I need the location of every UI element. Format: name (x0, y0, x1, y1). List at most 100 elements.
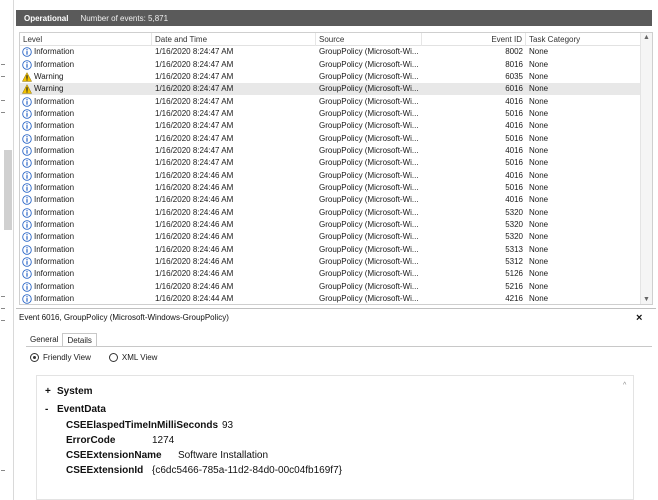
source-cell: GroupPolicy (Microsoft-Wi... (319, 108, 419, 118)
event-list-scrollbar[interactable]: ▲ ▼ (640, 33, 652, 304)
event-id-cell: 8016 (505, 59, 523, 69)
tree-tick (1, 100, 5, 101)
event-id-cell: 4016 (505, 96, 523, 106)
expand-icon[interactable]: + (45, 386, 57, 397)
tab-general[interactable]: General (26, 333, 62, 347)
column-header-event-id[interactable]: Event ID (422, 33, 526, 46)
task-category-cell: None (529, 121, 549, 131)
table-row[interactable]: Information 1/16/2020 8:24:47 AM GroupPoli… (20, 132, 640, 144)
xml-view-radio[interactable] (108, 353, 118, 362)
table-row[interactable]: Information 1/16/2020 8:24:46 AM GroupPoli… (20, 169, 640, 181)
date-cell: 1/16/2020 8:24:47 AM (155, 84, 234, 94)
level-cell: Information (20, 96, 152, 108)
date-cell: 1/16/2020 8:24:47 AM (155, 158, 234, 168)
system-node[interactable]: + System (45, 386, 93, 397)
event-detail-title: Event 6016, GroupPolicy (Microsoft-Windo… (19, 313, 229, 322)
event-list[interactable]: Level Date and Time Source Event ID Task… (19, 32, 653, 305)
column-header-source[interactable]: Source (316, 33, 422, 46)
table-row[interactable]: Warning 1/16/2020 8:24:47 AM GroupPolicy (… (20, 71, 640, 83)
source-cell: GroupPolicy (Microsoft-Wi... (319, 281, 419, 291)
column-header-level[interactable]: Level (20, 33, 152, 46)
table-row[interactable]: Information 1/16/2020 8:24:46 AM GroupPoli… (20, 219, 640, 231)
tree-tick (1, 308, 5, 309)
tab-details[interactable]: Details (62, 333, 97, 347)
pane-divider[interactable] (16, 308, 656, 309)
table-row[interactable]: Information 1/16/2020 8:24:46 AM GroupPoli… (20, 206, 640, 218)
column-header-task-category[interactable]: Task Category (526, 33, 640, 46)
table-row[interactable]: Information 1/16/2020 8:24:47 AM GroupPoli… (20, 157, 640, 169)
table-row[interactable]: Information 1/16/2020 8:24:46 AM GroupPoli… (20, 231, 640, 243)
level-text: Information (34, 145, 75, 155)
source-cell: GroupPolicy (Microsoft-Wi... (319, 195, 419, 205)
task-category-cell: None (529, 158, 549, 168)
date-cell: 1/16/2020 8:24:46 AM (155, 182, 234, 192)
info-icon (22, 109, 32, 119)
source-cell: GroupPolicy (Microsoft-Wi... (319, 158, 419, 168)
table-row[interactable]: Information 1/16/2020 8:24:46 AM GroupPoli… (20, 194, 640, 206)
date-cell: 1/16/2020 8:24:47 AM (155, 121, 234, 131)
table-row[interactable]: Information 1/16/2020 8:24:46 AM GroupPoli… (20, 256, 640, 268)
info-icon (22, 158, 32, 169)
source-cell: GroupPolicy (Microsoft-Wi... (319, 294, 419, 304)
close-icon[interactable]: × (636, 312, 642, 324)
field-row: CSEExtensionName Software Installation (66, 450, 268, 461)
info-icon (22, 244, 32, 255)
tree-tick (1, 296, 5, 297)
task-category-cell: None (529, 257, 549, 267)
date-cell: 1/16/2020 8:24:46 AM (155, 170, 234, 180)
table-row[interactable]: Information 1/16/2020 8:24:46 AM GroupPoli… (20, 268, 640, 280)
table-row[interactable]: Information 1/16/2020 8:24:47 AM GroupPoli… (20, 46, 640, 58)
navigation-scrollbar-thumb[interactable] (4, 150, 12, 230)
table-row[interactable]: Information 1/16/2020 8:24:46 AM GroupPoli… (20, 281, 640, 293)
scroll-up-icon[interactable]: ▲ (643, 34, 650, 41)
xml-view-label[interactable]: XML View (122, 353, 158, 362)
detail-scroll-up-icon[interactable]: ^ (623, 382, 626, 389)
level-cell: Information (20, 145, 152, 157)
task-category-cell: None (529, 96, 549, 106)
level-text: Information (34, 207, 75, 217)
table-row[interactable]: Information 1/16/2020 8:24:47 AM GroupPoli… (20, 108, 640, 120)
task-category-cell: None (529, 170, 549, 180)
level-cell: Warning (20, 83, 152, 95)
level-text: Information (34, 281, 75, 291)
source-cell: GroupPolicy (Microsoft-Wi... (319, 84, 419, 94)
tab-underline (26, 346, 652, 347)
date-cell: 1/16/2020 8:24:46 AM (155, 269, 234, 279)
table-row[interactable]: Information 1/16/2020 8:24:47 AM GroupPoli… (20, 95, 640, 107)
level-text: Information (34, 133, 75, 143)
task-category-cell: None (529, 269, 549, 279)
event-id-cell: 5312 (505, 257, 523, 267)
table-row[interactable]: Information 1/16/2020 8:24:47 AM GroupPoli… (20, 58, 640, 70)
scroll-down-icon[interactable]: ▼ (643, 296, 650, 303)
system-label: System (57, 386, 93, 397)
column-header-date[interactable]: Date and Time (152, 33, 316, 46)
table-row[interactable]: Information 1/16/2020 8:24:46 AM GroupPoli… (20, 244, 640, 256)
level-cell: Information (20, 108, 152, 120)
task-category-cell: None (529, 133, 549, 143)
table-row[interactable]: Information 1/16/2020 8:24:44 AM GroupPoli… (20, 293, 640, 304)
table-row[interactable]: Information 1/16/2020 8:24:47 AM GroupPoli… (20, 120, 640, 132)
detail-tabs: General Details (26, 333, 97, 347)
field-key: ErrorCode (66, 435, 116, 446)
table-row[interactable]: Information 1/16/2020 8:24:46 AM GroupPoli… (20, 182, 640, 194)
task-category-cell: None (529, 232, 549, 242)
level-cell: Information (20, 182, 152, 194)
friendly-view-radio[interactable] (30, 353, 39, 362)
collapse-icon[interactable]: - (45, 404, 57, 415)
event-viewer: Operational Number of events: 5,871 Leve… (0, 0, 658, 500)
field-value: {c6dc5466-785a-11d2-84d0-00c04fb169f7} (152, 465, 342, 476)
level-text: Information (34, 244, 75, 254)
table-row[interactable]: Information 1/16/2020 8:24:47 AM GroupPoli… (20, 145, 640, 157)
warning-icon (21, 84, 33, 94)
tree-tick (1, 112, 5, 113)
date-cell: 1/16/2020 8:24:47 AM (155, 59, 234, 69)
navigation-pane-edge (0, 0, 14, 500)
field-row: CSEElaspedTimeInMilliSeconds 93 (66, 420, 233, 431)
info-icon (22, 281, 32, 292)
event-id-cell: 4016 (505, 121, 523, 131)
source-cell: GroupPolicy (Microsoft-Wi... (319, 170, 419, 180)
eventdata-node[interactable]: - EventData (45, 404, 106, 415)
table-row[interactable]: Warning 1/16/2020 8:24:47 AM GroupPolicy (… (20, 83, 640, 96)
date-cell: 1/16/2020 8:24:46 AM (155, 281, 234, 291)
friendly-view-label[interactable]: Friendly View (43, 353, 91, 362)
